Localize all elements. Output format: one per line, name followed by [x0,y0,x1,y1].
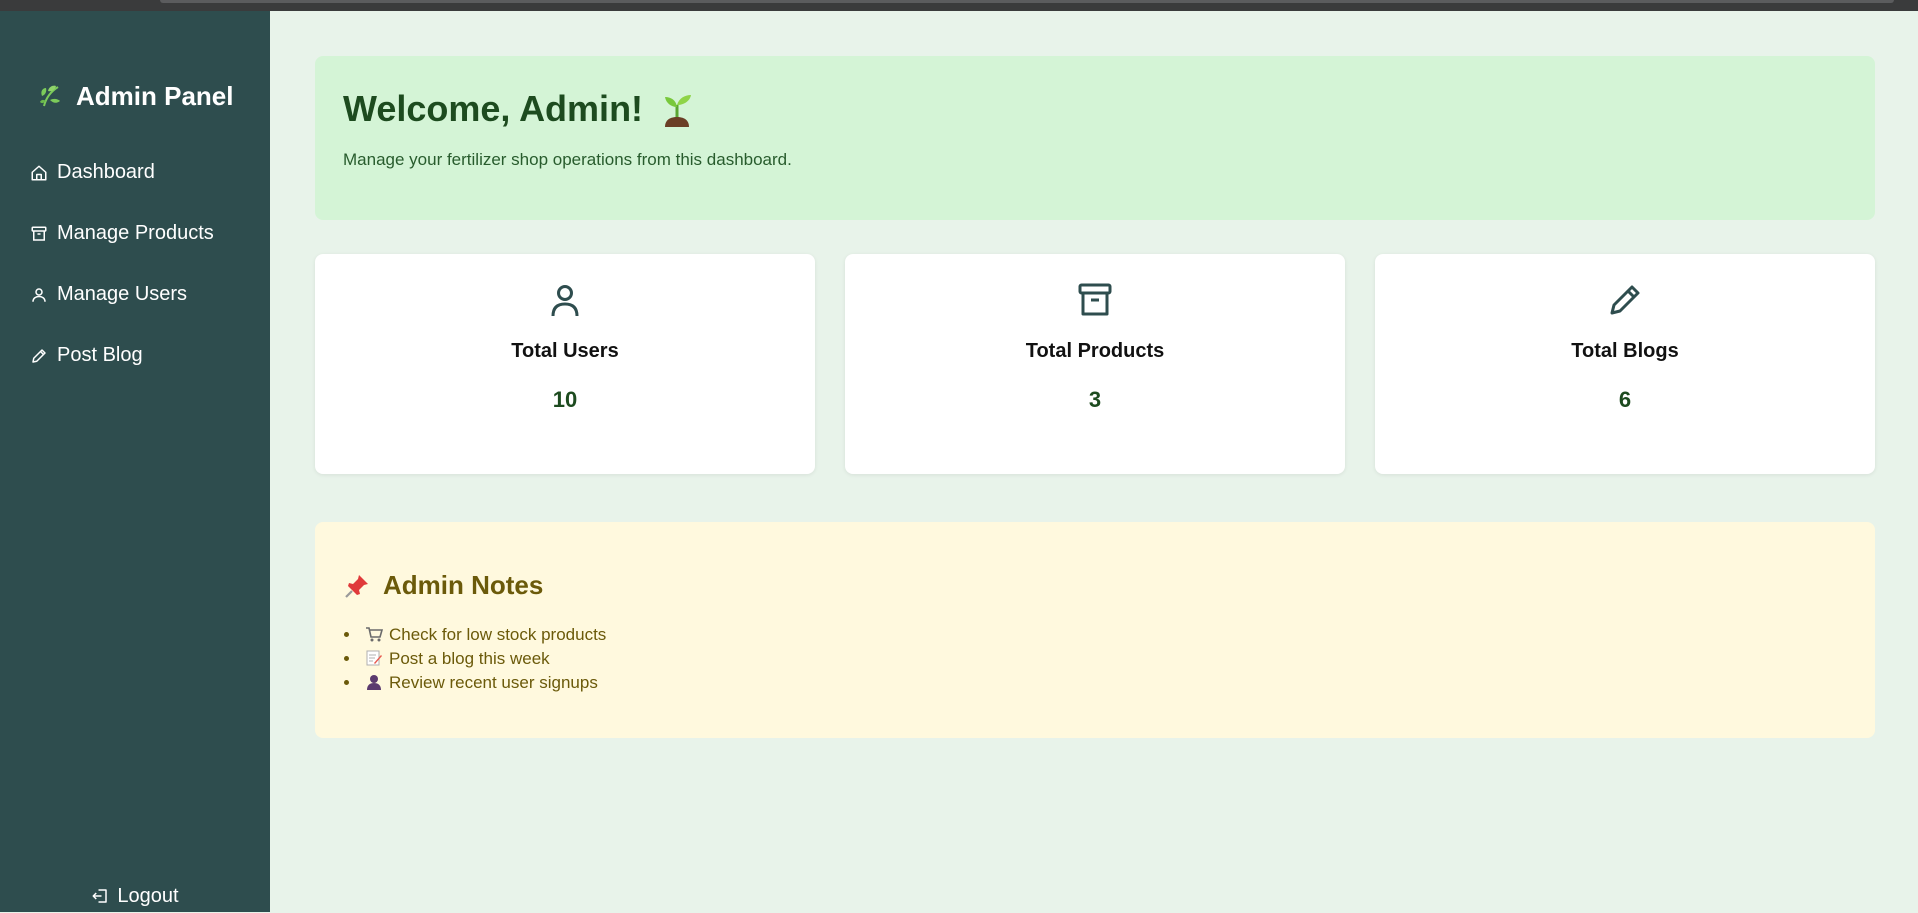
logout-icon [92,889,108,903]
sidebar-nav: Dashboard Manage Products Manage Users P… [30,142,260,386]
notes-list: Check for low stock products Post a blog… [343,623,1847,695]
archive-icon [1078,283,1112,316]
browser-tab-strip [160,0,1894,3]
sidebar-item-label: Dashboard [57,161,155,183]
logout-button[interactable]: Logout [0,879,270,913]
logout-label: Logout [117,884,179,907]
pencil-icon [32,348,46,363]
sidebar-item-label: Post Blog [57,344,143,366]
sidebar-item-post-blog[interactable]: Post Blog [30,325,260,386]
note-text: Review recent user signups [389,673,598,692]
stat-value: 10 [552,387,578,412]
note-text: Check for low stock products [389,625,607,644]
stat-card-blogs[interactable]: Total Blogs 6 [1375,254,1875,474]
sidebar-item-label: Manage Users [57,283,188,305]
welcome-banner: Welcome, Admin! Manage your fertilizer s… [315,56,1875,220]
admin-notes: Admin Notes Check for low stock products… [315,522,1875,738]
stat-value: 6 [1618,387,1632,412]
memo-icon [366,650,382,666]
stats-cards: Total Users 10 Total Products 3 Total Bl… [315,254,1875,474]
cart-icon [366,627,383,642]
sidebar: Admin Panel Dashboard Manage Products Ma… [0,11,270,912]
pushpin-icon [345,574,368,598]
stat-label: Total Users [511,340,619,362]
welcome-title: Welcome, Admin! [343,88,644,129]
stat-card-products[interactable]: Total Products 3 [845,254,1345,474]
browser-top-bar [0,0,1918,11]
stat-value: 3 [1088,387,1102,412]
sidebar-item-dashboard[interactable]: Dashboard [30,142,260,203]
person-icon [367,675,381,690]
user-icon [32,287,46,302]
sidebar-item-manage-users[interactable]: Manage Users [30,264,260,325]
brand-title: Admin Panel [76,80,234,111]
stat-card-users[interactable]: Total Users 10 [315,254,815,474]
list-item: Post a blog this week [361,647,1847,671]
pencil-icon [1610,285,1640,315]
sidebar-item-manage-products[interactable]: Manage Products [30,203,260,264]
brand[interactable]: Admin Panel [36,71,233,121]
notes-title: Admin Notes [383,570,544,600]
list-item: Review recent user signups [361,671,1847,695]
list-item: Check for low stock products [361,623,1847,647]
stat-label: Total Products [1025,340,1165,362]
main-content: Welcome, Admin! Manage your fertilizer s… [315,56,1875,738]
stat-label: Total Blogs [1571,340,1679,362]
seedling-icon [665,95,692,127]
archive-icon [31,226,47,241]
welcome-subtitle: Manage your fertilizer shop operations f… [343,150,792,169]
note-text: Post a blog this week [389,649,550,668]
leaf-icon [40,85,60,107]
sidebar-item-label: Manage Products [57,222,214,244]
home-icon [31,165,47,180]
user-icon [551,285,579,317]
